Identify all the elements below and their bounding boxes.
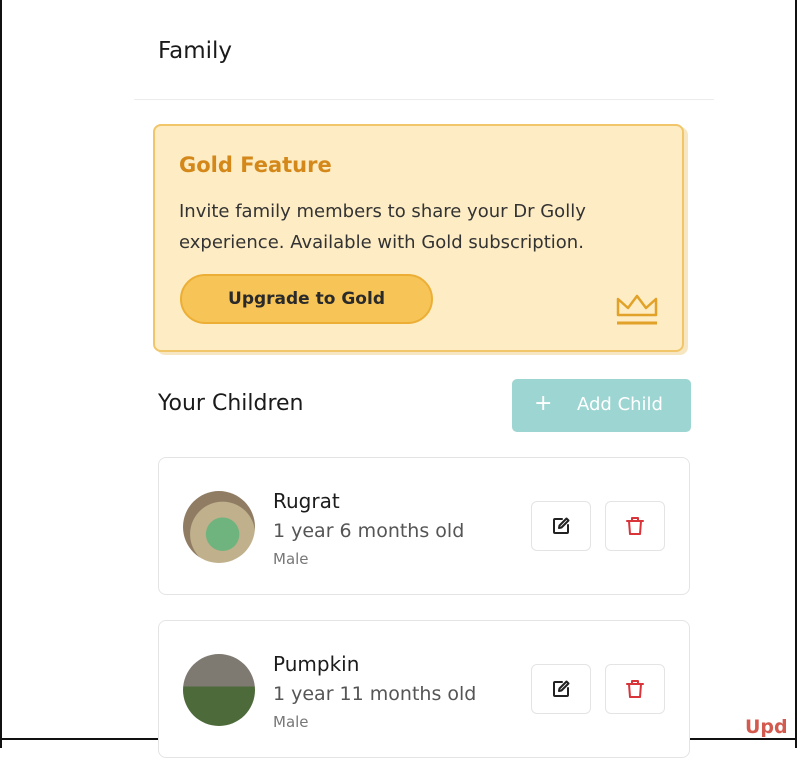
child-card: Pumpkin 1 year 11 months old Male (158, 620, 690, 758)
trash-icon (626, 680, 644, 698)
edit-child-button[interactable] (531, 664, 591, 714)
page-title: Family (158, 38, 233, 64)
delete-child-button[interactable] (605, 664, 665, 714)
edit-icon (553, 680, 570, 697)
add-child-label: Add Child (577, 394, 663, 415)
child-card: Rugrat 1 year 6 months old Male (158, 457, 690, 595)
upgrade-to-gold-button[interactable]: Upgrade to Gold (180, 274, 433, 324)
child-name: Rugrat (273, 489, 340, 513)
frame-right-border (795, 0, 797, 748)
update-button-partial[interactable]: Upd (745, 716, 795, 740)
child-age: 1 year 6 months old (273, 520, 465, 542)
child-avatar (183, 491, 255, 563)
edit-icon (553, 517, 570, 534)
child-age: 1 year 11 months old (273, 683, 477, 705)
trash-icon (626, 517, 644, 535)
upgrade-button-label: Upgrade to Gold (228, 289, 385, 309)
child-name: Pumpkin (273, 652, 360, 676)
gold-feature-card: Gold Feature Invite family members to sh… (153, 124, 684, 352)
delete-child-button[interactable] (605, 501, 665, 551)
plus-icon: + (534, 391, 553, 416)
child-sex: Male (273, 550, 309, 568)
child-avatar (183, 654, 255, 726)
gold-feature-description: Invite family members to share your Dr G… (179, 201, 586, 253)
your-children-heading: Your Children (158, 391, 304, 416)
frame-left-border (0, 0, 2, 748)
header-divider (134, 99, 714, 100)
child-sex: Male (273, 713, 309, 731)
gold-feature-title: Gold Feature (179, 153, 332, 177)
crown-icon (616, 294, 658, 325)
edit-child-button[interactable] (531, 501, 591, 551)
add-child-button[interactable]: + Add Child (512, 379, 691, 432)
update-label-partial: Upd (745, 716, 788, 738)
